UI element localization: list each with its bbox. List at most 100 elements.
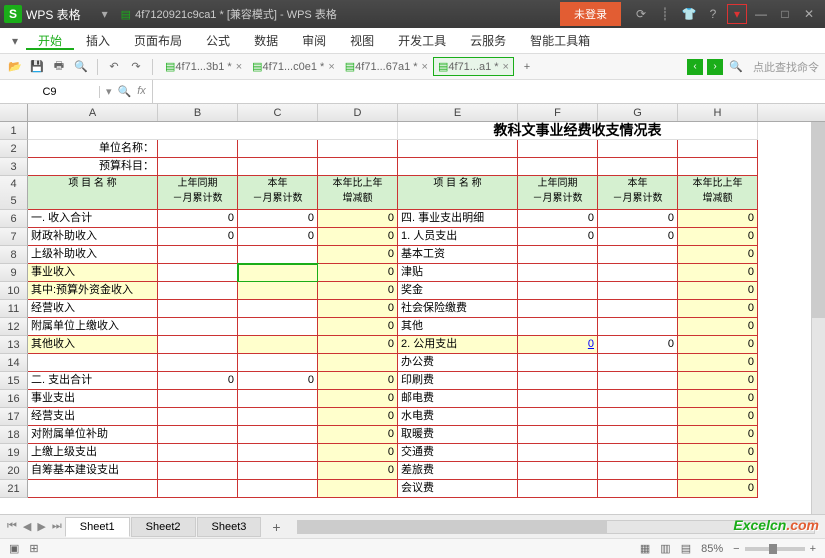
row-header[interactable]: 11 (0, 300, 28, 318)
cell[interactable]: 0 (318, 408, 398, 426)
cell[interactable] (28, 354, 158, 372)
cell[interactable]: 水电费 (398, 408, 518, 426)
menu-视图[interactable]: 视图 (338, 34, 386, 48)
cell[interactable] (158, 282, 238, 300)
cell[interactable]: 经营收入 (28, 300, 158, 318)
cell[interactable] (518, 354, 598, 372)
cell[interactable] (238, 318, 318, 336)
cell[interactable]: 0 (318, 300, 398, 318)
cell[interactable] (318, 480, 398, 498)
cell[interactable] (158, 158, 238, 176)
col-header-A[interactable]: A (28, 104, 158, 121)
cell[interactable] (158, 426, 238, 444)
cell[interactable] (598, 140, 678, 158)
cell[interactable] (598, 354, 678, 372)
cell[interactable] (28, 122, 398, 140)
cell[interactable]: 0 (598, 210, 678, 228)
input-mode-icon[interactable]: ⊞ (24, 542, 43, 555)
row-header[interactable]: 9 (0, 264, 28, 282)
cell[interactable]: 四. 事业支出明细 (398, 210, 518, 228)
cell[interactable]: 0 (678, 444, 758, 462)
cell[interactable]: 0 (678, 300, 758, 318)
row-header[interactable]: 18 (0, 426, 28, 444)
cell[interactable]: 0 (678, 228, 758, 246)
row-header[interactable]: 14 (0, 354, 28, 372)
cell[interactable] (598, 408, 678, 426)
search-icon[interactable]: 🔍 (727, 58, 745, 76)
cell[interactable]: 0 (678, 354, 758, 372)
cell[interactable] (158, 480, 238, 498)
cell[interactable] (158, 408, 238, 426)
cell[interactable]: 对附属单位补助 (28, 426, 158, 444)
cell[interactable] (518, 318, 598, 336)
menu-页面布局[interactable]: 页面布局 (122, 34, 194, 48)
cell[interactable]: 0 (678, 246, 758, 264)
cell[interactable] (598, 480, 678, 498)
cell[interactable] (518, 480, 598, 498)
cell[interactable] (238, 300, 318, 318)
cell[interactable] (238, 426, 318, 444)
first-sheet-icon[interactable]: ⏮ (4, 520, 20, 533)
cell[interactable]: 2. 公用支出 (398, 336, 518, 354)
cell[interactable]: 0 (318, 246, 398, 264)
skin-icon[interactable]: 👕 (679, 4, 699, 24)
col-header-H[interactable]: H (678, 104, 758, 121)
tab-close-icon[interactable]: × (422, 61, 428, 73)
cell[interactable] (518, 300, 598, 318)
cell[interactable] (398, 158, 518, 176)
row-header[interactable]: 10 (0, 282, 28, 300)
cell[interactable]: 0 (238, 210, 318, 228)
cell[interactable]: 事业支出 (28, 390, 158, 408)
redo-icon[interactable]: ↷ (127, 58, 145, 76)
col-header-G[interactable]: G (598, 104, 678, 121)
add-tab-icon[interactable]: + (518, 58, 536, 76)
cell[interactable]: 0 (318, 426, 398, 444)
select-all-corner[interactable] (0, 104, 28, 121)
col-header-C[interactable]: C (238, 104, 318, 121)
row-header[interactable]: 19 (0, 444, 28, 462)
dropdown-icon[interactable]: ▾ (95, 4, 115, 24)
cell[interactable] (518, 390, 598, 408)
row-header[interactable]: 3 (0, 158, 28, 176)
row-header[interactable]: 21 (0, 480, 28, 498)
cell[interactable]: 项 目 名 称 (398, 176, 518, 210)
cell[interactable] (318, 158, 398, 176)
row-header[interactable]: 2 (0, 140, 28, 158)
cell[interactable]: 0 (238, 372, 318, 390)
menu-dropdown-icon[interactable]: ▾ (4, 34, 26, 48)
cell[interactable]: 本年比上年 增减额 (318, 176, 398, 210)
cell[interactable]: 0 (318, 282, 398, 300)
cell[interactable]: 办公费 (398, 354, 518, 372)
cell[interactable]: 预算科目： (28, 158, 158, 176)
cell[interactable]: 上年同期 －月累计数 (518, 176, 598, 210)
cell[interactable]: 0 (678, 282, 758, 300)
fx-dropdown-icon[interactable]: ▾ (106, 85, 112, 98)
cell[interactable] (238, 282, 318, 300)
cell[interactable]: 0 (678, 336, 758, 354)
cell[interactable] (238, 140, 318, 158)
cell[interactable]: 一. 收入合计 (28, 210, 158, 228)
menu-公式[interactable]: 公式 (194, 34, 242, 48)
cell[interactable] (598, 462, 678, 480)
cell[interactable] (598, 158, 678, 176)
cell[interactable] (598, 318, 678, 336)
col-header-F[interactable]: F (518, 104, 598, 121)
sheet-tab-Sheet3[interactable]: Sheet3 (197, 517, 262, 537)
view-page-icon[interactable]: ▥ (655, 542, 675, 555)
row-header[interactable]: 17 (0, 408, 28, 426)
cell[interactable]: 0 (158, 228, 238, 246)
cell[interactable]: 附属单位上缴收入 (28, 318, 158, 336)
cell[interactable]: 0 (318, 390, 398, 408)
cell[interactable]: 其他收入 (28, 336, 158, 354)
add-sheet-icon[interactable]: + (262, 519, 290, 535)
cell[interactable] (238, 264, 318, 282)
name-box[interactable]: C9 (0, 86, 100, 98)
doc-tab[interactable]: ▤ 4f71...67a1 * × (340, 57, 433, 76)
cell[interactable] (238, 158, 318, 176)
menu-开发工具[interactable]: 开发工具 (386, 34, 458, 48)
cell[interactable] (518, 408, 598, 426)
cell[interactable]: 1. 人员支出 (398, 228, 518, 246)
cell[interactable]: 印刷费 (398, 372, 518, 390)
cell[interactable] (28, 480, 158, 498)
cell[interactable]: 0 (518, 336, 598, 354)
